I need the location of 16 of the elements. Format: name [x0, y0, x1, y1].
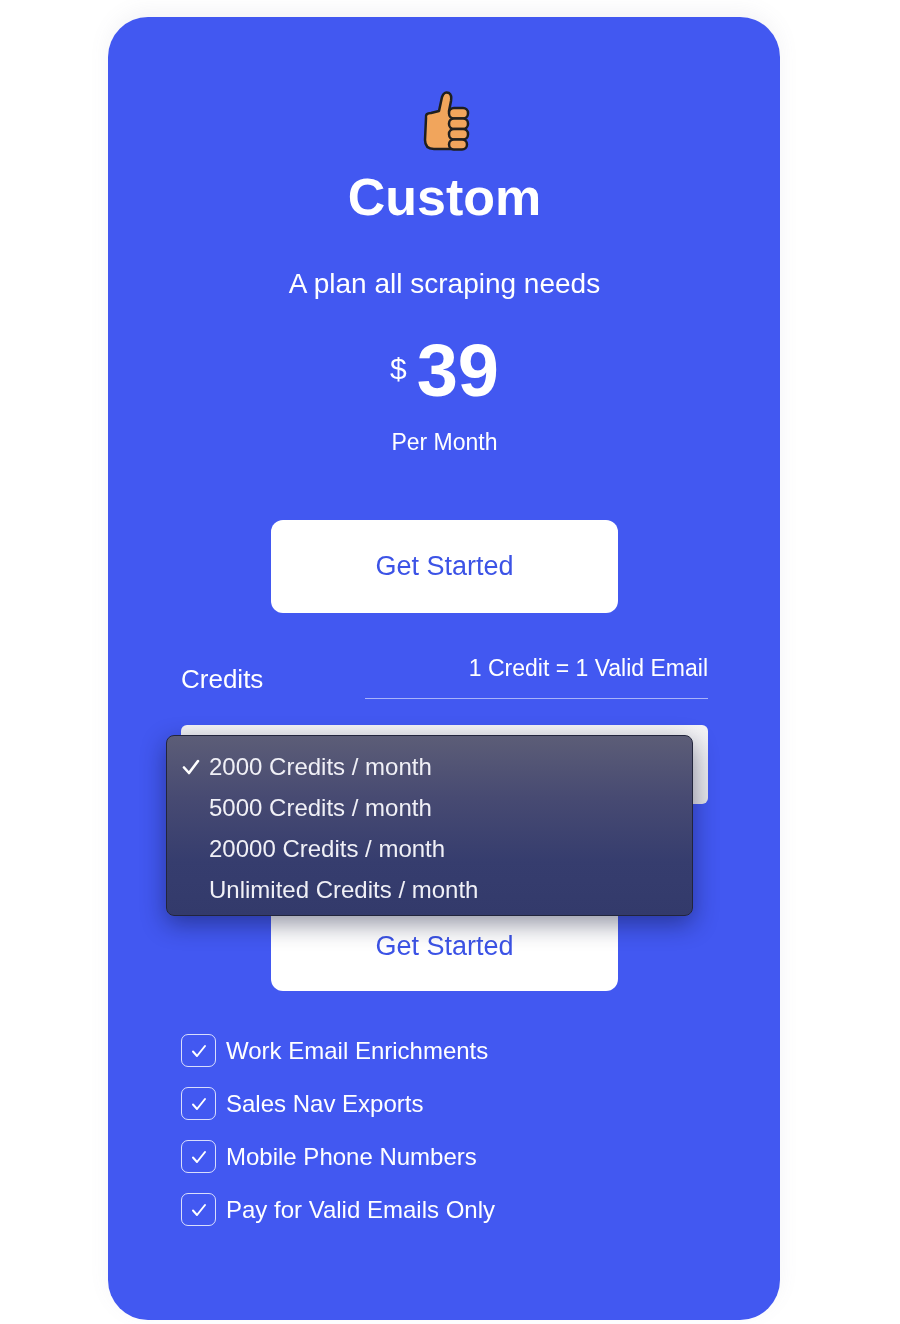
feature-label: Work Email Enrichments	[226, 1035, 489, 1066]
plan-tagline: A plan all scraping needs	[288, 267, 601, 301]
menu-option[interactable]: 5000 Credits / month	[167, 787, 692, 828]
credit-note: 1 Credit = 1 Valid Email	[468, 655, 708, 681]
checkmark-icon	[182, 758, 200, 775]
price-amount: 39	[416, 334, 499, 408]
credits-label: Credits	[181, 664, 264, 696]
billing-period: Per Month	[391, 428, 498, 457]
feature-label: Pay for Valid Emails Only	[226, 1194, 495, 1225]
get-started-button[interactable]: Get Started	[271, 520, 618, 613]
plan-title: Custom	[347, 167, 542, 228]
menu-option[interactable]: 2000 Credits / month	[167, 746, 692, 787]
feature-label: Sales Nav Exports	[226, 1088, 424, 1119]
currency-symbol: $	[390, 352, 407, 386]
feature-label: Mobile Phone Numbers	[226, 1141, 477, 1172]
menu-option[interactable]: 20000 Credits / month	[167, 828, 692, 869]
